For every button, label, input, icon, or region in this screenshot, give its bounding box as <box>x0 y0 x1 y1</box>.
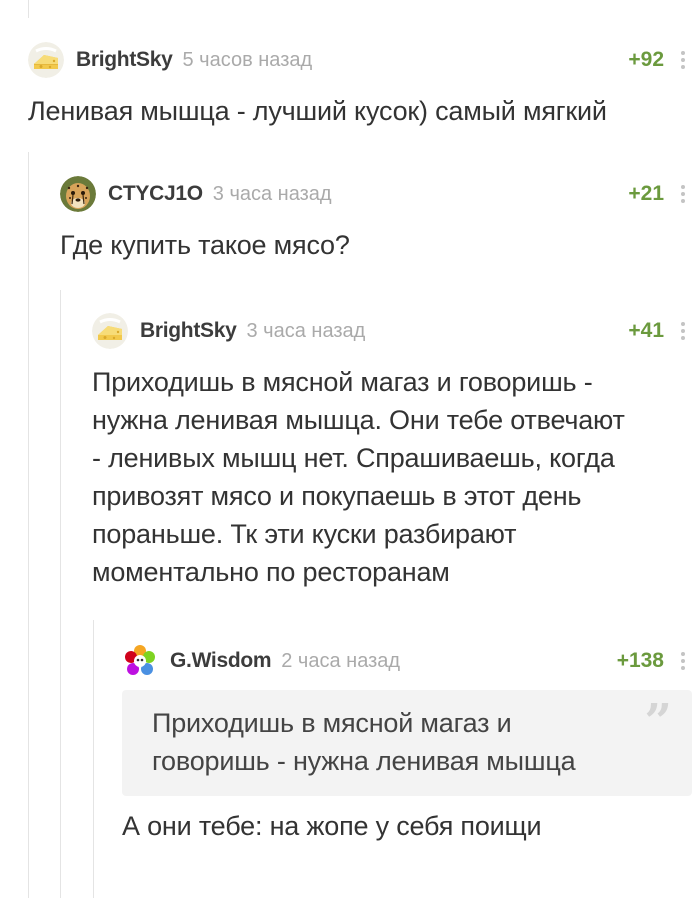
comment-text-line: нужна ленивая мышца. Они тебе отвечают <box>92 405 625 435</box>
cheese-icon[interactable] <box>28 42 64 78</box>
cheetah-icon[interactable] <box>60 176 96 212</box>
more-options-icon[interactable] <box>678 319 688 343</box>
comment-text: А они тебе: на жопе у себя поищи <box>122 811 542 841</box>
quote-text-line: говоришь - нужна ленивая мышца <box>152 746 576 776</box>
quote-text-line: Приходишь в мясной магаз и <box>152 708 512 738</box>
author-name[interactable]: CTYCJ1O <box>108 182 203 206</box>
more-options-icon[interactable] <box>678 48 688 72</box>
comment-text-line: пораньше. Тк эти куски разбирают <box>92 519 517 549</box>
comment-time[interactable]: 3 часа назад <box>213 183 332 206</box>
flower-icon[interactable] <box>122 643 158 679</box>
comment-text-line: моментально по ресторанам <box>92 557 450 587</box>
comment-time[interactable]: 3 часа назад <box>247 320 366 343</box>
comment-text: Где купить такое мясо? <box>60 230 350 260</box>
comment: CTYCJ1O 3 часа назад +21 Где купить тако… <box>60 174 692 264</box>
comment-text-line: Приходишь в мясной магаз и говоришь - <box>92 367 593 397</box>
thread-line <box>28 152 29 898</box>
comment-rating: +92 <box>628 48 664 71</box>
more-options-icon[interactable] <box>678 649 688 673</box>
author-name[interactable]: G.Wisdom <box>170 649 272 673</box>
quote-mark-icon: ” <box>644 694 672 750</box>
thread-line <box>60 290 61 898</box>
comment-time[interactable]: 2 часа назад <box>281 650 400 673</box>
cheese-icon[interactable] <box>92 313 128 349</box>
thread-line <box>93 620 94 898</box>
comment-time[interactable]: 5 часов назад <box>183 49 313 72</box>
comment-text: Приходишь в мясной магаз и говоришь - ну… <box>92 363 692 591</box>
comment-text-line: - ленивых мышц нет. Спрашиваешь, когда <box>92 443 615 473</box>
comment-header: BrightSky 3 часа назад +41 <box>92 311 692 351</box>
comment: BrightSky 5 часов назад +92 Ленивая мышц… <box>28 40 692 130</box>
more-options-icon[interactable] <box>678 182 688 206</box>
comment: G.Wisdom 2 часа назад +138 ” Приходишь в… <box>122 641 692 845</box>
comment-text-line: привозят мясо и покупаешь в этот день <box>92 481 582 511</box>
comment-header: BrightSky 5 часов назад +92 <box>28 40 692 80</box>
quote-block: ” Приходишь в мясной магаз и говоришь - … <box>122 690 692 796</box>
author-name[interactable]: BrightSky <box>140 319 237 343</box>
comment: BrightSky 3 часа назад +41 Приходишь в м… <box>92 311 692 591</box>
thread-line <box>28 0 29 18</box>
comment-rating: +21 <box>628 182 664 205</box>
comment-rating: +41 <box>628 319 664 342</box>
quote-text: Приходишь в мясной магаз и говоришь - ну… <box>152 704 632 780</box>
comment-header: G.Wisdom 2 часа назад +138 <box>122 641 692 681</box>
author-name[interactable]: BrightSky <box>76 48 173 72</box>
comment-header: CTYCJ1O 3 часа назад +21 <box>60 174 692 214</box>
comment-text: Ленивая мышца - лучший кусок) самый мягк… <box>28 96 607 126</box>
comment-rating: +138 <box>616 649 664 672</box>
